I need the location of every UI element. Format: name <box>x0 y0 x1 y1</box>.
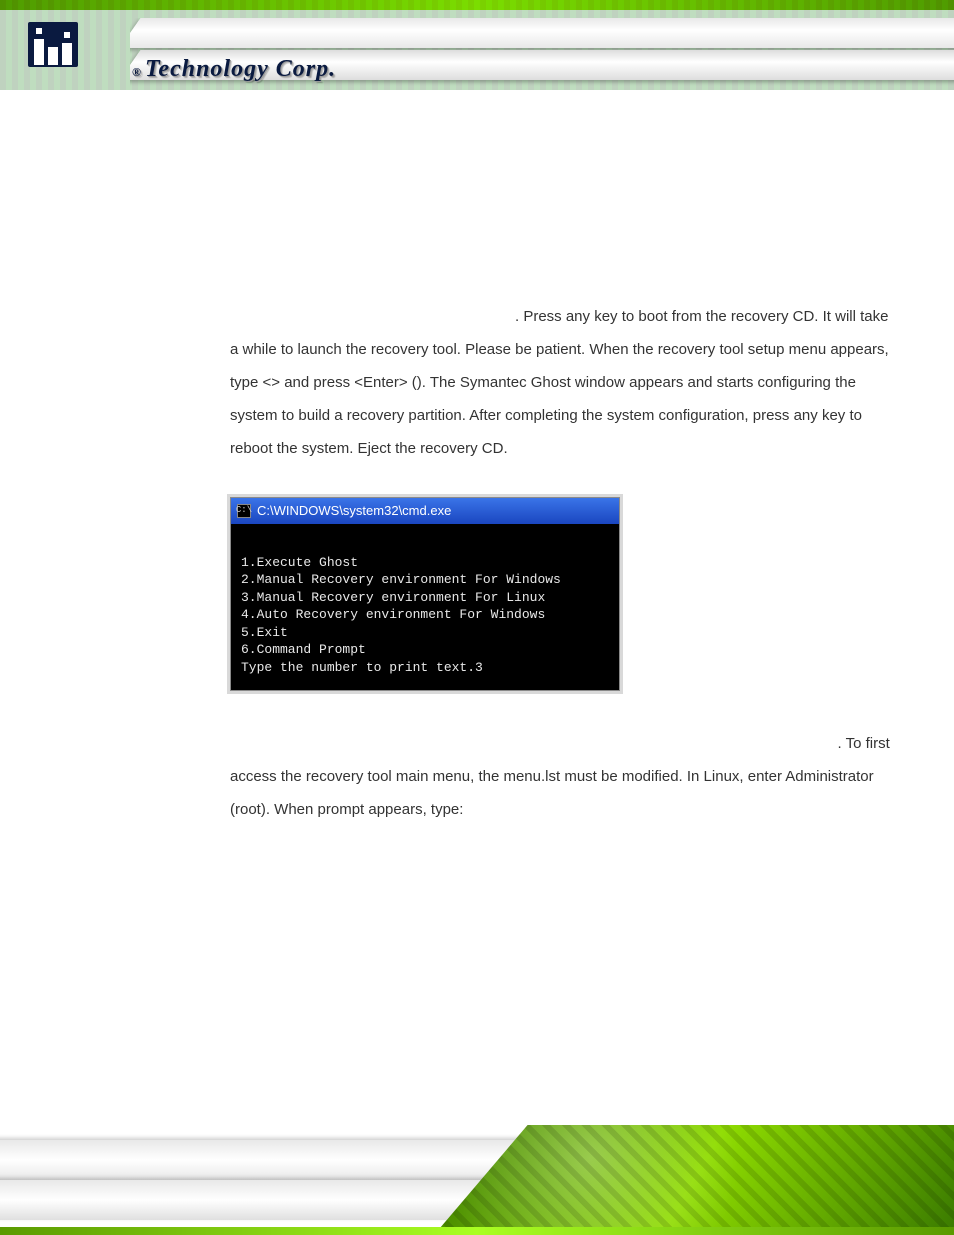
brand-logo-icon <box>28 22 78 67</box>
p1-text-b: > and press <Enter> ( <box>271 374 417 391</box>
p2-text-a: . To first access the recovery tool main… <box>230 735 890 818</box>
page-footer <box>0 1105 954 1235</box>
cmd-line: 4.Auto Recovery environment For Windows <box>241 607 545 622</box>
cmd-screenshot: C:\ C:\WINDOWS\system32\cmd.exe 1.Execut… <box>230 497 620 691</box>
cmd-line: 3.Manual Recovery environment For Linux <box>241 590 545 605</box>
header-white-cover <box>0 90 954 150</box>
page-header: ® Technology Corp. <box>0 0 954 120</box>
cmd-terminal-body: 1.Execute Ghost 2.Manual Recovery enviro… <box>231 524 619 690</box>
cmd-line: 1.Execute Ghost <box>241 555 358 570</box>
cmd-line: 2.Manual Recovery environment For Window… <box>241 572 561 587</box>
cmd-line: 5.Exit <box>241 625 288 640</box>
footer-accent-bar <box>0 1227 954 1235</box>
paragraph-linux-menu: xxxxxxxxxxxxxxxxxxxxxxxxxxxxxxxxxxxxxxxx… <box>230 727 900 826</box>
brand-text: Technology Corp. <box>145 56 336 83</box>
cmd-line: Type the number to print text.3 <box>241 660 483 675</box>
brand-registered-mark: ® <box>132 65 141 80</box>
cmd-window-title: C:\WINDOWS\system32\cmd.exe <box>257 497 451 526</box>
paragraph-recovery-cd: xxxxxxxxxxxxxxxxxxxxxxxxxxxxxxxxxxxxxx. … <box>230 300 900 465</box>
brand-wordmark: ® Technology Corp. <box>132 56 336 83</box>
page-content: xxxxxxxxxxxxxxxxxxxxxxxxxxxxxxxxxxxxxx. … <box>230 300 900 832</box>
cmd-titlebar: C:\ C:\WINDOWS\system32\cmd.exe <box>231 498 619 524</box>
footer-diagonal-1 <box>0 1140 543 1180</box>
brand-logo <box>28 22 78 67</box>
cmd-line: 6.Command Prompt <box>241 642 366 657</box>
cmd-window-icon: C:\ <box>237 504 251 518</box>
